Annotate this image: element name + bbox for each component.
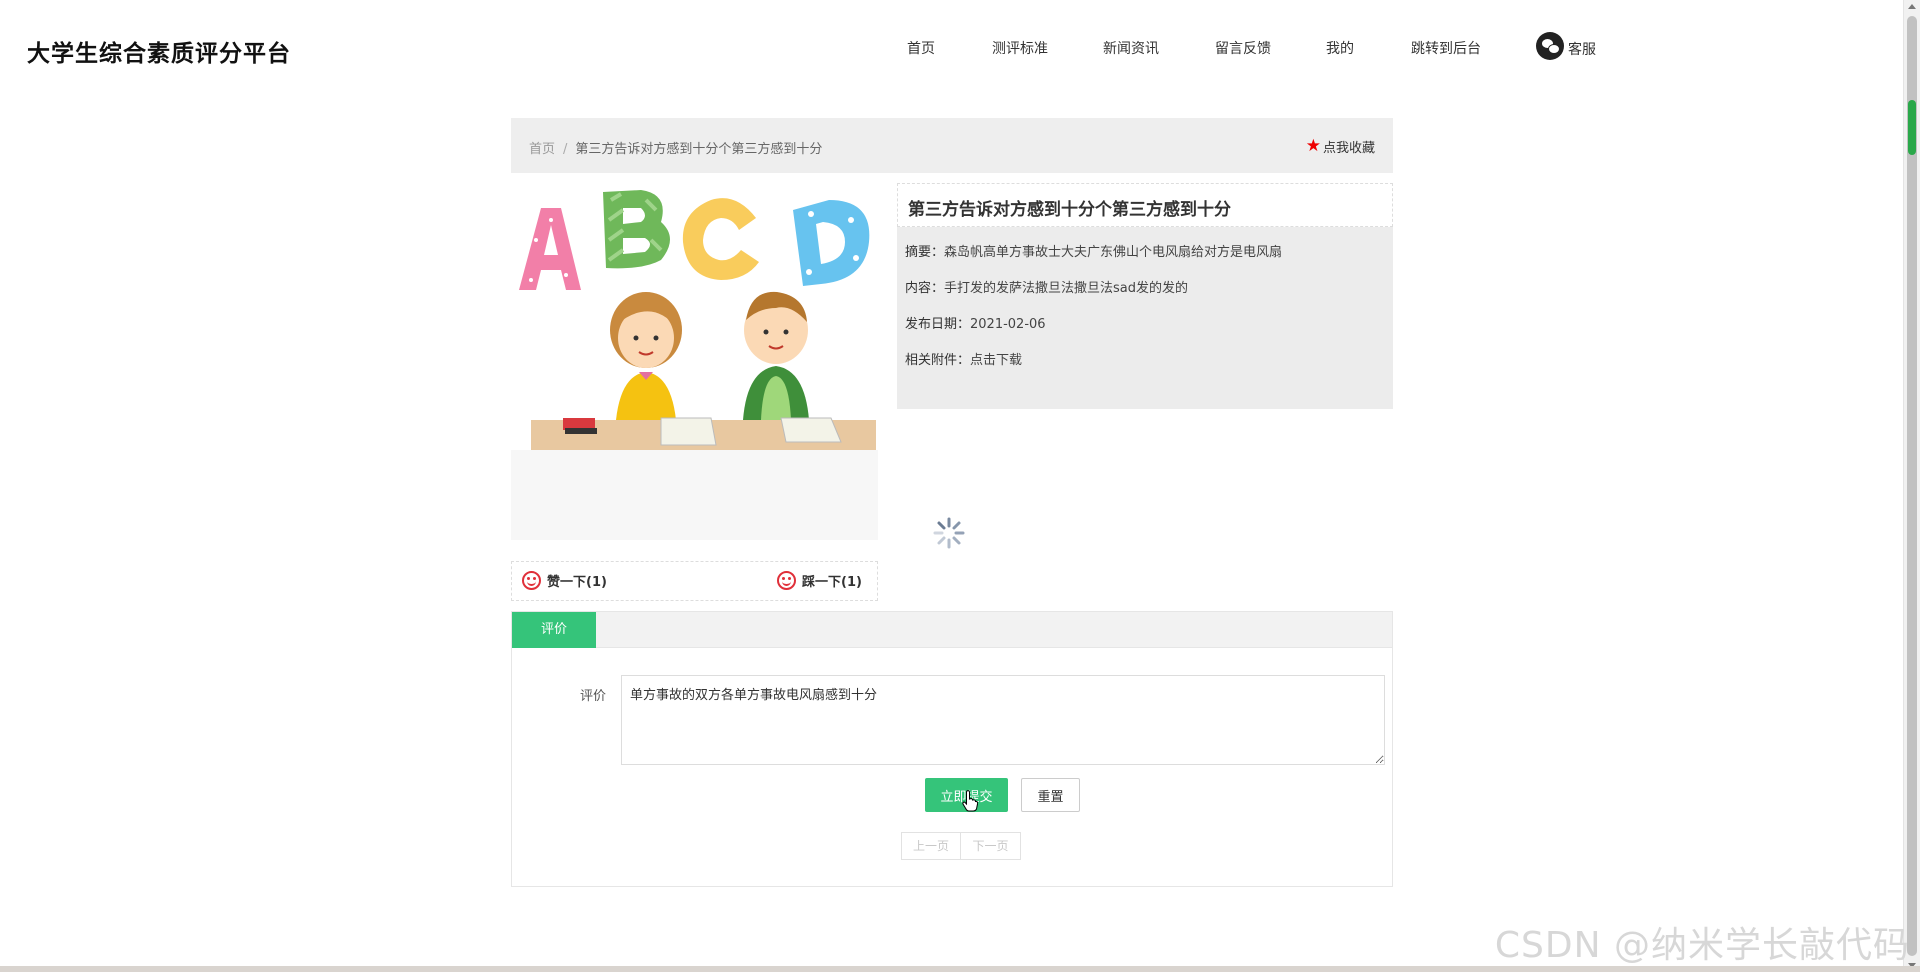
upvote-label: 赞一下(1) bbox=[547, 575, 607, 590]
detail-info-panel: 摘要：森岛帆高单方事故士大夫广东佛山个电风扇给对方是电风扇 内容：手打发的发萨法… bbox=[897, 227, 1393, 409]
pagination: 上一页 下一页 bbox=[901, 832, 1021, 860]
page-scrollbar[interactable] bbox=[1903, 0, 1920, 972]
tab-comment[interactable]: 评价 bbox=[512, 612, 596, 648]
customer-service-label: 客服 bbox=[1568, 42, 1596, 58]
next-page-button[interactable]: 下一页 bbox=[961, 832, 1021, 860]
favorite-button[interactable]: ★ 点我收藏 bbox=[1305, 136, 1375, 157]
wechat-icon bbox=[1536, 32, 1564, 60]
summary-value: 森岛帆高单方事故士大夫广东佛山个电风扇给对方是电风扇 bbox=[944, 245, 1283, 260]
nav-item-feedback[interactable]: 留言反馈 bbox=[1215, 38, 1271, 58]
customer-service-link[interactable]: 客服 bbox=[1536, 32, 1596, 60]
taskbar-strip bbox=[0, 966, 1920, 972]
site-header: 大学生综合素质评分平台 首页 测评标准 新闻资讯 留言反馈 我的 跳转到后台 客… bbox=[0, 0, 1900, 100]
prev-page-button[interactable]: 上一页 bbox=[901, 832, 961, 860]
summary-label: 摘要： bbox=[905, 245, 945, 260]
date-label: 发布日期： bbox=[905, 317, 971, 332]
date-value: 2021-02-06 bbox=[970, 317, 1046, 332]
breadcrumb-bar: 首页 / 第三方告诉对方感到十分个第三方感到十分 ★ 点我收藏 bbox=[511, 118, 1393, 173]
scroll-thumb[interactable] bbox=[1907, 16, 1917, 956]
comment-textarea[interactable]: 单方事故的双方各单方事故电风扇感到十分 bbox=[621, 675, 1385, 765]
breadcrumb-home[interactable]: 首页 bbox=[529, 142, 555, 157]
favorite-label: 点我收藏 bbox=[1322, 141, 1375, 156]
content-value: 手打发的发萨法撒旦法撒旦法sad发的发的 bbox=[944, 281, 1189, 296]
nav-item-home[interactable]: 首页 bbox=[907, 38, 935, 58]
star-icon: ★ bbox=[1305, 136, 1321, 156]
reset-button[interactable]: 重置 bbox=[1021, 778, 1080, 812]
nav-item-admin[interactable]: 跳转到后台 bbox=[1411, 38, 1481, 58]
breadcrumb: 首页 / 第三方告诉对方感到十分个第三方感到十分 bbox=[529, 138, 822, 157]
detail-date-row: 发布日期：2021-02-06 bbox=[905, 313, 1046, 332]
comment-field-label: 评价 bbox=[580, 689, 607, 704]
nav-item-standards[interactable]: 测评标准 bbox=[992, 38, 1048, 58]
detail-title-box: 第三方告诉对方感到十分个第三方感到十分 bbox=[897, 183, 1393, 227]
nav-item-mine[interactable]: 我的 bbox=[1326, 38, 1354, 58]
tab-bar: 评价 bbox=[512, 612, 1392, 648]
scroll-position-indicator bbox=[1908, 100, 1916, 155]
downvote-label: 踩一下(1) bbox=[802, 575, 862, 590]
detail-image bbox=[511, 180, 878, 540]
smile-icon bbox=[777, 571, 796, 590]
vote-bar: 赞一下(1) 踩一下(1) bbox=[511, 561, 878, 601]
detail-content-row: 内容：手打发的发萨法撒旦法撒旦法sad发的发的 bbox=[905, 277, 1188, 296]
nav-item-news[interactable]: 新闻资讯 bbox=[1103, 38, 1159, 58]
downvote-button[interactable]: 踩一下(1) bbox=[777, 571, 862, 590]
breadcrumb-separator: / bbox=[563, 142, 568, 157]
smile-icon bbox=[522, 571, 541, 590]
detail-attachment-row: 相关附件：点击下载 bbox=[905, 349, 1022, 368]
main-nav: 首页 测评标准 新闻资讯 留言反馈 我的 跳转到后台 bbox=[0, 38, 1900, 62]
hand-cursor-icon bbox=[962, 790, 978, 812]
girl-figure-icon bbox=[610, 292, 682, 420]
detail-summary-row: 摘要：森岛帆高单方事故士大夫广东佛山个电风扇给对方是电风扇 bbox=[905, 241, 1282, 260]
attachment-download-link[interactable]: 点击下载 bbox=[970, 353, 1022, 368]
detail-title: 第三方告诉对方感到十分个第三方感到十分 bbox=[908, 200, 1231, 220]
upvote-button[interactable]: 赞一下(1) bbox=[522, 571, 607, 590]
loading-spinner-icon bbox=[933, 517, 965, 549]
watermark: CSDN @纳米学长敲代码 bbox=[1494, 925, 1910, 966]
letter-b-icon bbox=[603, 190, 670, 269]
attachment-label: 相关附件： bbox=[905, 353, 971, 368]
breadcrumb-current: 第三方告诉对方感到十分个第三方感到十分 bbox=[575, 142, 823, 157]
scroll-up-arrow-icon[interactable] bbox=[1908, 4, 1916, 9]
abcd-kids-illustration bbox=[511, 180, 878, 450]
comment-section: 评价 评价 单方事故的双方各单方事故电风扇感到十分 立即提交 重置 上一页 下一… bbox=[511, 611, 1393, 887]
content-label: 内容： bbox=[905, 281, 945, 296]
